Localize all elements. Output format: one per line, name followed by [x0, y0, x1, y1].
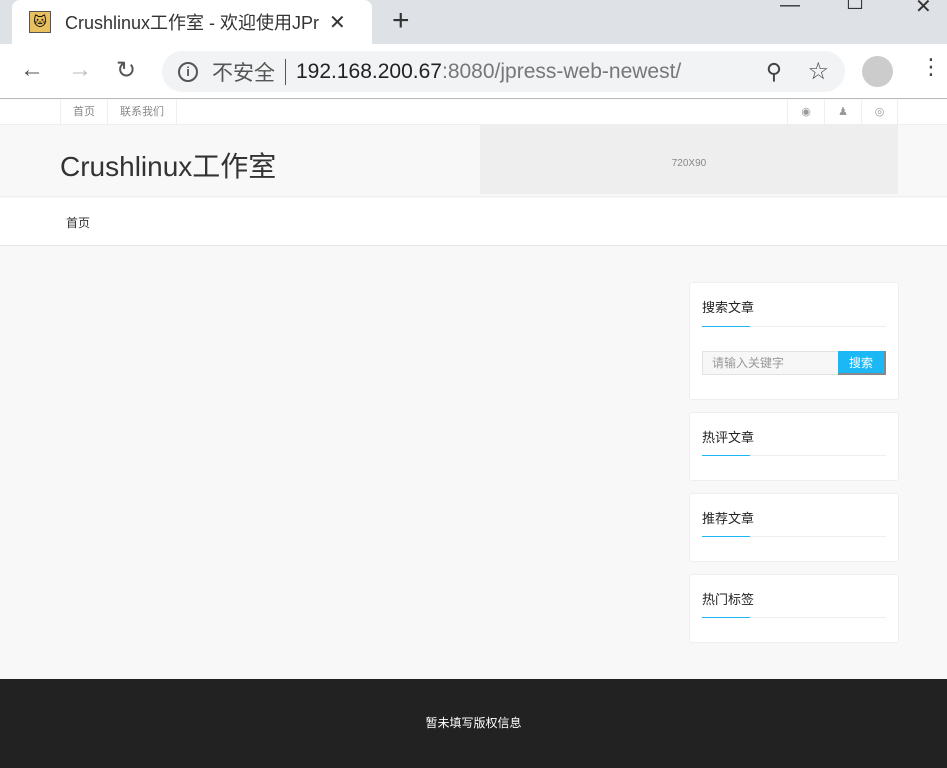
widget-title: 推荐文章 [702, 511, 755, 526]
url-host: 192.168.200.67 [296, 59, 442, 83]
address-bar[interactable]: i 不安全 192.168.200.67:8080/jpress-web-new… [162, 51, 845, 92]
recommended-widget: 推荐文章 [689, 493, 899, 562]
widget-title: 热评文章 [702, 430, 755, 445]
divider [702, 455, 886, 456]
reload-icon[interactable]: ↻ [116, 56, 136, 85]
divider [702, 617, 886, 618]
zoom-icon[interactable]: ⚲ [766, 59, 782, 85]
url-path: :8080/jpress-web-newest/ [441, 59, 682, 83]
site-logo[interactable]: Crushlinux工作室 [60, 145, 276, 185]
info-icon[interactable]: i [178, 61, 198, 82]
topnav-contact[interactable]: 联系我们 [108, 100, 177, 125]
weibo-icon[interactable]: ◎ [861, 100, 898, 125]
maximize-icon[interactable]: ☐ [846, 0, 864, 15]
ad-placeholder: 720X90 [480, 125, 898, 194]
tab-bar: 🐱 Crushlinux工作室 - 欢迎使用JPress ✕ + — ☐ ✕ [0, 0, 947, 44]
menu-icon[interactable]: ⋮ [920, 54, 942, 80]
search-input[interactable]: 请输入关键字 [702, 351, 840, 375]
qq-icon[interactable]: ♟ [824, 100, 861, 125]
separator [285, 58, 286, 85]
top-nav: 首页 联系我们 ◉ ♟ ◎ [0, 100, 947, 125]
divider [702, 536, 886, 537]
search-button[interactable]: 搜索 [838, 351, 886, 375]
back-icon[interactable]: ← [20, 56, 44, 84]
profile-avatar[interactable] [862, 56, 893, 87]
topnav-home[interactable]: 首页 [60, 100, 108, 125]
insecure-label: 不安全 [212, 61, 275, 85]
mainnav-home[interactable]: 首页 [66, 214, 90, 231]
minimize-icon[interactable]: — [780, 0, 800, 17]
main-nav: 首页 [0, 198, 947, 246]
new-tab-icon[interactable]: + [392, 4, 410, 38]
wechat-icon[interactable]: ◉ [787, 100, 824, 125]
divider [702, 326, 886, 327]
widget-title: 搜索文章 [702, 300, 755, 315]
footer: 暂未填写版权信息 [0, 679, 947, 768]
site-header: Crushlinux工作室 720X90 [0, 125, 947, 197]
tab-title: Crushlinux工作室 - 欢迎使用JPress [65, 13, 319, 33]
hot-comments-widget: 热评文章 [689, 412, 899, 481]
tomcat-favicon-icon: 🐱 [29, 11, 51, 33]
browser-tab[interactable]: 🐱 Crushlinux工作室 - 欢迎使用JPress ✕ [12, 0, 372, 44]
browser-toolbar: ← → ↻ i 不安全 192.168.200.67:8080/jpress-w… [0, 44, 947, 99]
copyright-text: 暂未填写版权信息 [425, 716, 522, 730]
tab-close-icon[interactable]: ✕ [329, 10, 346, 35]
forward-icon[interactable]: → [68, 56, 92, 84]
bookmark-star-icon[interactable]: ☆ [807, 57, 829, 86]
search-widget: 搜索文章 请输入关键字 搜索 [689, 282, 899, 400]
hot-tags-widget: 热门标签 [689, 574, 899, 643]
widget-title: 热门标签 [702, 592, 755, 607]
window-close-icon[interactable]: ✕ [915, 0, 932, 19]
